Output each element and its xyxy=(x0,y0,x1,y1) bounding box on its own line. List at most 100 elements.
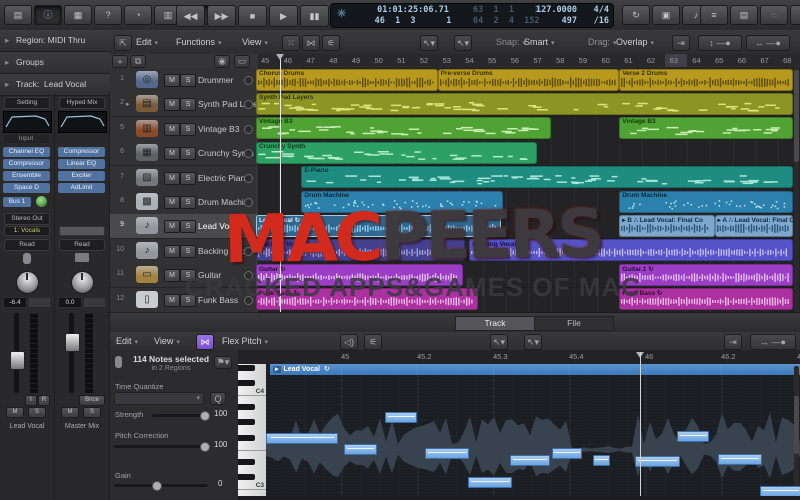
editor-ruler[interactable]: 4545.245.345.44646.246.3 xyxy=(238,350,800,365)
add-track-button[interactable]: + xyxy=(112,55,128,68)
gain-slider[interactable] xyxy=(114,484,208,487)
track-header-backing-vocal[interactable]: 10♪MSBacking Vocal xyxy=(110,239,259,264)
playhead[interactable] xyxy=(280,54,281,312)
editor-edit-menu[interactable]: Edit xyxy=(116,334,138,348)
bar-ruler[interactable]: 4546474849505152535455565758596061626364… xyxy=(258,54,800,69)
track-stack-disclosure-icon[interactable]: ▸ xyxy=(126,100,130,108)
region-e-piano[interactable]: E-Piano xyxy=(301,166,793,188)
rewind-button[interactable]: ◀◀ xyxy=(176,5,205,27)
smart-controls-button[interactable]: ◔ xyxy=(124,5,152,25)
editor-catch-icon[interactable]: ⇥ xyxy=(724,334,742,350)
track-zoom-icon[interactable]: ◉ xyxy=(214,55,230,68)
catch-playhead-icon[interactable]: ⇥ xyxy=(672,35,690,51)
fader-thumb[interactable] xyxy=(65,333,80,352)
piano-keyboard[interactable]: C4C3 xyxy=(238,364,267,496)
region-chorus-drums[interactable]: Chorus Drums xyxy=(256,69,438,91)
track-header-electric-piano[interactable]: 7▧MSElectric Piano xyxy=(110,166,259,191)
track-solo-button[interactable]: S xyxy=(180,172,196,185)
pause-button[interactable]: ▮▮ xyxy=(300,5,329,27)
strength-slider[interactable] xyxy=(152,414,208,417)
track-header-lead-vocal[interactable]: 9♪MSLead Vocal xyxy=(110,214,259,239)
forward-button[interactable]: ▶▶ xyxy=(207,5,236,27)
region-synth-pad-layers[interactable]: Synth Pad Layers xyxy=(256,93,793,115)
group-slot[interactable]: 1: Vocals xyxy=(4,226,50,236)
volume-value[interactable]: -6.4 xyxy=(3,297,27,308)
region-funk-bass[interactable]: Funk Bass ↻ xyxy=(256,288,478,310)
flex-pitch-note[interactable] xyxy=(552,448,582,459)
black-key[interactable] xyxy=(238,380,255,386)
arrange-functions-menu[interactable]: Functions xyxy=(176,35,222,49)
track-header-guitar[interactable]: 11▭MSGuitar xyxy=(110,263,259,288)
track-mute-button[interactable]: M xyxy=(164,245,180,258)
region-guitar[interactable]: Guitar ↻ xyxy=(256,264,463,286)
editor-filter-icon[interactable]: ⚟ xyxy=(364,334,382,350)
groups-inspector-header[interactable]: Groups xyxy=(0,52,110,74)
flex-pitch-note[interactable] xyxy=(344,444,377,455)
eq-thumbnail[interactable] xyxy=(3,111,52,133)
command-click-tool-menu[interactable]: ↖▾ xyxy=(454,35,472,51)
record-ready-icon[interactable] xyxy=(244,174,253,183)
editor-command-tool-menu[interactable]: ↖▾ xyxy=(524,334,542,350)
inspector-button[interactable]: ⓘ xyxy=(34,5,62,25)
vertical-zoom-slider[interactable]: ↕ —● xyxy=(698,35,742,51)
region-vintage-b3[interactable]: Vintage B3 xyxy=(619,117,793,139)
region--a-lead-vocal-final-c[interactable]: ▸ A ∴ Lead Vocal: Final C xyxy=(715,215,793,237)
lcd-tempo[interactable]: 127.0000 xyxy=(515,5,577,15)
input-slot[interactable]: Input xyxy=(4,135,48,143)
plugin-slot[interactable]: Space D xyxy=(3,183,50,193)
record-ready-icon[interactable] xyxy=(244,271,253,280)
black-key[interactable] xyxy=(238,365,255,371)
channel-strip-setting-button[interactable]: Hyped Mix xyxy=(59,97,105,109)
playhead-marker[interactable] xyxy=(276,54,284,60)
region-inspector-header[interactable]: Region: MIDI Thru xyxy=(0,30,110,52)
plugin-slot[interactable]: Linear EQ xyxy=(58,159,105,169)
record-ready-icon[interactable] xyxy=(244,247,253,256)
flex-pitch-note[interactable] xyxy=(677,431,709,442)
output-slot[interactable]: Stereo Out xyxy=(4,213,50,225)
lcd-bar-position[interactable]: 46 1 3 1 xyxy=(355,16,471,26)
bounce-button[interactable]: Bnce xyxy=(79,395,105,406)
region-backing-vocal[interactable]: Backing Vocal ↻ xyxy=(469,239,793,261)
quantize-apply-button[interactable]: Q xyxy=(210,392,226,405)
apple-loops-button[interactable]: ◌ xyxy=(760,5,788,25)
track-solo-button[interactable]: S xyxy=(180,220,196,233)
flex-pitch-note[interactable] xyxy=(718,454,762,465)
flex-pitch-note[interactable] xyxy=(468,477,512,488)
automation-read-button[interactable]: Read xyxy=(59,239,105,251)
lcd-division[interactable]: /16 xyxy=(581,16,609,26)
browsers-button[interactable]: ▨ xyxy=(790,5,800,25)
region-backing-vocal[interactable]: Backing Vocal ↻ xyxy=(256,239,465,261)
drag-value[interactable]: Overlap xyxy=(616,35,654,49)
record-enable-button[interactable]: R xyxy=(38,395,50,406)
lcd-gear-icon[interactable]: ✳ xyxy=(337,9,346,19)
track-mute-button[interactable]: M xyxy=(164,269,180,282)
track-mute-button[interactable]: M xyxy=(164,172,180,185)
editor-playhead[interactable] xyxy=(640,352,641,496)
plugin-slot[interactable]: Compressor xyxy=(58,147,105,157)
editor-zoom-slider[interactable]: ↔ —● xyxy=(750,334,796,350)
track-header-vintage-b3[interactable]: 5▥MSVintage B3 xyxy=(110,117,259,142)
input-monitor-button[interactable]: I xyxy=(25,395,37,406)
track-mute-button[interactable]: M xyxy=(164,123,180,136)
eq-thumbnail[interactable] xyxy=(58,111,107,133)
black-key[interactable] xyxy=(238,474,255,480)
plugin-slot[interactable]: AdLimit xyxy=(58,183,105,193)
fader-thumb[interactable] xyxy=(10,351,25,370)
lcd-display[interactable]: ✳ 01:01:25:06.71 46 1 3 1 63 1 1 1 64 2 … xyxy=(330,3,614,28)
track-mute-button[interactable]: M xyxy=(164,147,180,160)
record-ready-icon[interactable] xyxy=(244,125,253,134)
flex-mode-select[interactable]: Flex Pitch xyxy=(222,334,268,348)
region-drum-machine[interactable]: Drum Machine xyxy=(619,191,793,213)
black-key[interactable] xyxy=(238,459,255,465)
track-filter-icon[interactable]: ⚟ xyxy=(322,35,340,51)
toolbar-button[interactable]: ▦ xyxy=(64,5,92,25)
track-solo-button[interactable]: S xyxy=(180,147,196,160)
flex-icon[interactable]: ⋈ xyxy=(302,35,320,51)
black-key[interactable] xyxy=(238,435,255,441)
region-lead-vocal[interactable]: Lead Vocal ↻ xyxy=(256,215,501,237)
monitor-icon[interactable]: ◁) xyxy=(340,334,358,350)
region-funk-bass[interactable]: Funk Bass ↻ xyxy=(619,288,793,310)
arrange-view-menu[interactable]: View xyxy=(242,35,268,49)
tab-file[interactable]: File xyxy=(534,316,614,331)
track-header-crunchy-synth[interactable]: 6▦MSCrunchy Synth xyxy=(110,141,259,166)
